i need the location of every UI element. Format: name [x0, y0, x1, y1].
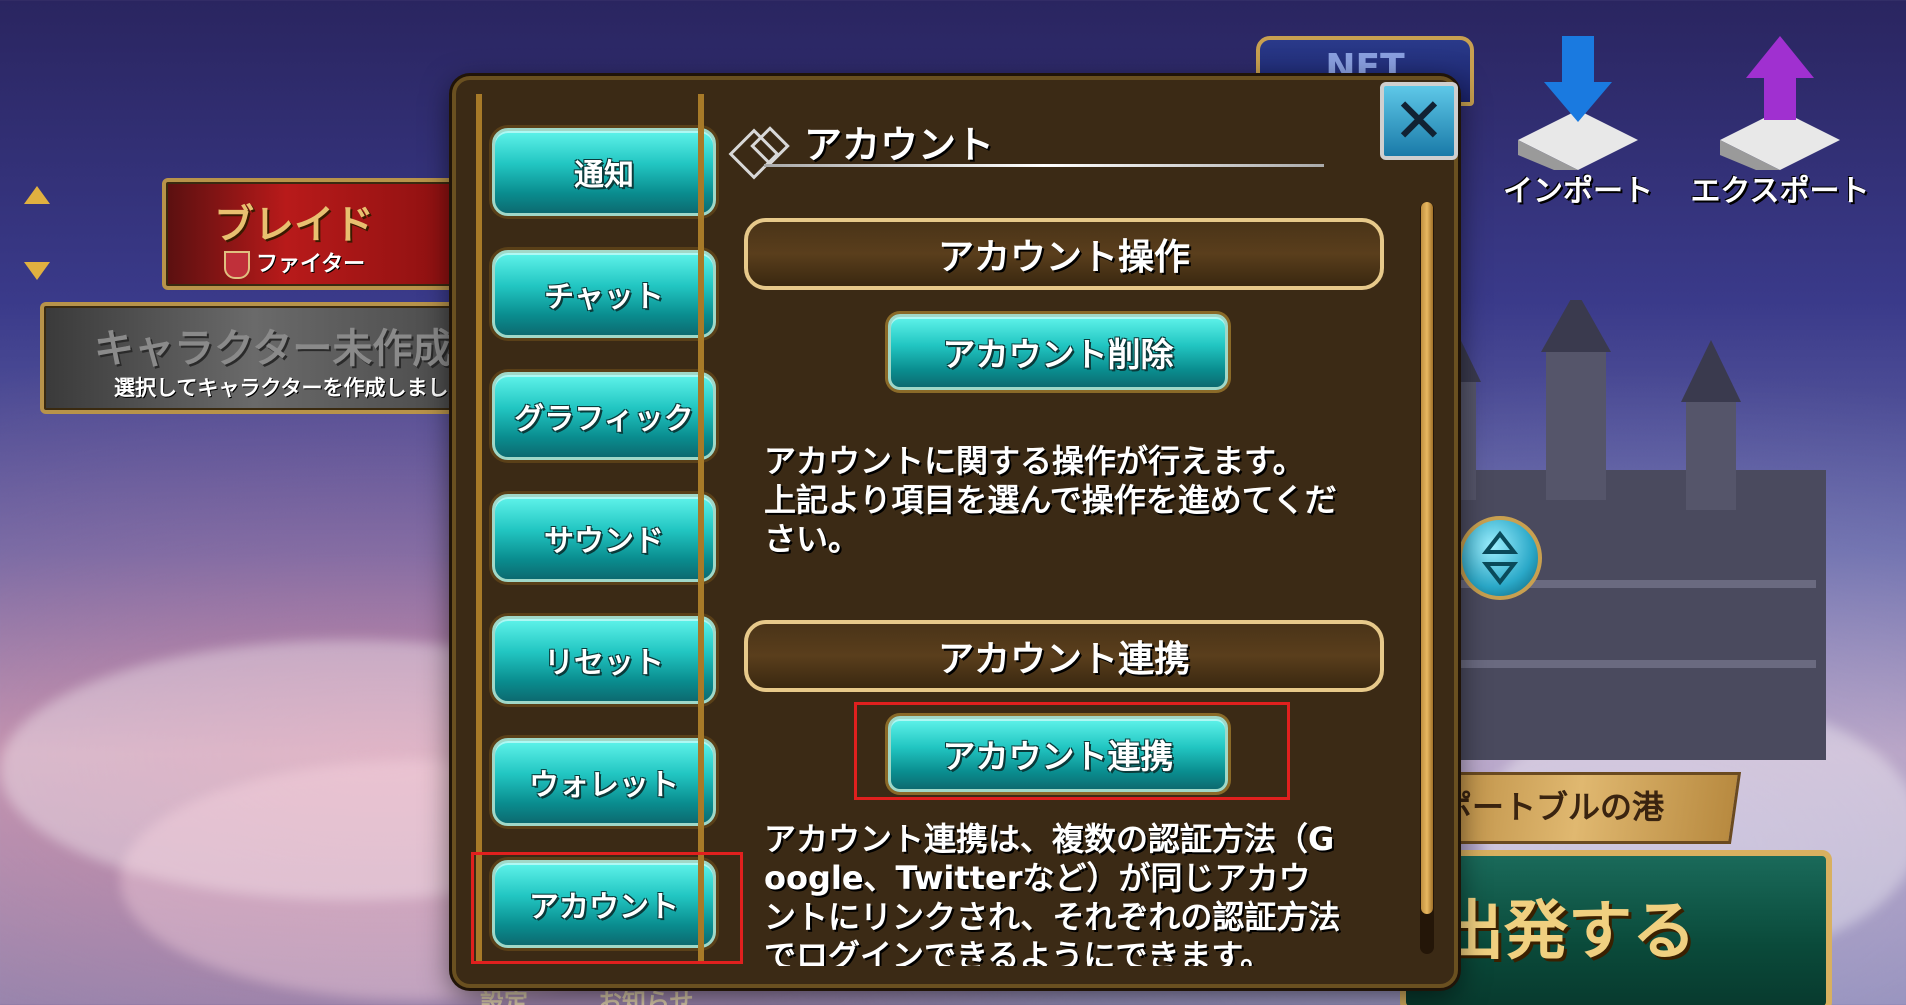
class-shield-icon: [224, 251, 250, 279]
account-link-description: アカウント連携は、複数の認証方法（G oogle、Twitterなど）が同じアカ…: [764, 820, 1374, 966]
scroll-thumb[interactable]: [1421, 202, 1433, 914]
scroll-down-arrow-icon[interactable]: [24, 262, 50, 280]
scroll-up-arrow-icon[interactable]: [24, 186, 50, 204]
export-button[interactable]: エクスポート: [1690, 30, 1870, 210]
description-line: 上記より項目を選んで操作を進めてくだ: [764, 481, 1337, 519]
description-line: アカウントに関する操作が行えます。: [764, 442, 1305, 480]
character-slot-empty[interactable]: キャラクター未作成 選択してキャラクターを作成しまし: [40, 302, 468, 414]
up-down-icon: [1481, 530, 1519, 586]
nav-graphic-button[interactable]: グラフィック: [492, 372, 716, 460]
section-header-account-operation: アカウント操作: [744, 218, 1384, 290]
location-name: ポートブルの港: [1440, 788, 1665, 826]
description-line: oogle、Twitterなど）が同じアカウ: [764, 859, 1311, 897]
nav-chat-button[interactable]: チャット: [492, 250, 716, 338]
settings-nav: 通知 チャット グラフィック サウンド リセット ウォレット アカウント: [476, 94, 716, 962]
nav-wallet-button[interactable]: ウォレット: [492, 738, 716, 826]
title-row: アカウント: [724, 94, 1344, 180]
depart-label: 出発する: [1440, 895, 1696, 969]
account-operation-description: アカウントに関する操作が行えます。 上記より項目を選んで操作を進めてくだ さい。: [764, 442, 1374, 559]
export-icon: [1720, 36, 1840, 180]
export-label: エクスポート: [1690, 174, 1870, 209]
description-line: アカウント連携は、複数の認証方法（G: [764, 820, 1335, 858]
character-name: ブレイド: [214, 202, 374, 248]
delete-account-button[interactable]: アカウント削除: [888, 314, 1228, 390]
description-line: さい。: [764, 520, 861, 558]
character-name: キャラクター未作成: [94, 326, 453, 372]
close-button[interactable]: ✕: [1380, 82, 1458, 160]
link-account-button[interactable]: アカウント連携: [888, 716, 1228, 792]
content-scrollbar[interactable]: [1420, 202, 1434, 954]
account-nav-highlight: [471, 852, 743, 964]
import-label: インポート: [1503, 174, 1653, 209]
description-line: ントにリンクされ、それぞれの認証方法: [764, 898, 1341, 936]
settings-modal: 通知 チャット グラフィック サウンド リセット ウォレット アカウント アカウ…: [452, 76, 1458, 988]
account-content: アカウント アカウント操作 アカウント削除 アカウントに関する操作が行えます。 …: [724, 80, 1414, 980]
scroll-toggle-button[interactable]: [1458, 516, 1542, 600]
nav-reset-button[interactable]: リセット: [492, 616, 716, 704]
character-hint: 選択してキャラクターを作成しまし: [114, 376, 449, 400]
import-icon: [1518, 36, 1638, 180]
title-divider: [764, 164, 1324, 167]
close-icon: ✕: [1393, 84, 1445, 157]
nav-notification-button[interactable]: 通知: [492, 128, 716, 216]
character-slot-blade[interactable]: ブレイド ファイター: [162, 178, 470, 290]
nav-sound-button[interactable]: サウンド: [492, 494, 716, 582]
import-button[interactable]: インポート: [1488, 30, 1668, 210]
character-class: ファイター: [224, 246, 365, 279]
description-clip: アカウント連携は、複数の認証方法（G oogle、Twitterなど）が同じアカ…: [724, 820, 1424, 966]
page-title: アカウント: [804, 123, 995, 167]
description-line: でログインできるようにできます。: [764, 937, 1273, 966]
section-header-account-link: アカウント連携: [744, 620, 1384, 692]
